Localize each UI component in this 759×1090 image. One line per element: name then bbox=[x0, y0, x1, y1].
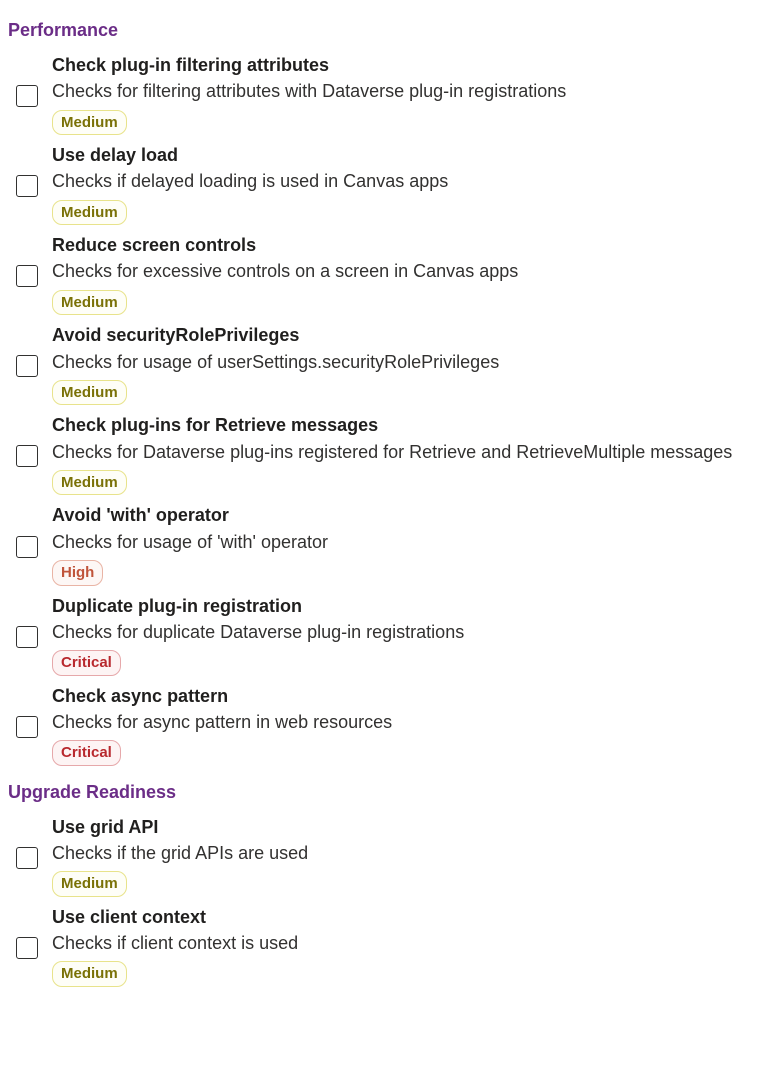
rule-title: Duplicate plug-in registration bbox=[52, 594, 751, 618]
rule-description: Checks for filtering attributes with Dat… bbox=[52, 79, 751, 103]
rule-body: Use grid APIChecks if the grid APIs are … bbox=[52, 815, 751, 901]
severity-badge: Medium bbox=[52, 290, 127, 316]
rule-checkbox[interactable] bbox=[16, 265, 38, 287]
severity-badge: Critical bbox=[52, 650, 121, 676]
rule-item: Avoid securityRolePrivileges Checks for u… bbox=[8, 323, 751, 409]
rule-body: Check plug-ins for Retrieve messages Chec… bbox=[52, 413, 751, 499]
rule-body: Use delay loadChecks if delayed loading … bbox=[52, 143, 751, 229]
severity-badge: Medium bbox=[52, 871, 127, 897]
rule-item: Duplicate plug-in registrationChecks for… bbox=[8, 594, 751, 680]
rule-item: Use grid APIChecks if the grid APIs are … bbox=[8, 815, 751, 901]
rule-title: Use delay load bbox=[52, 143, 751, 167]
section-title: Upgrade Readiness bbox=[8, 782, 751, 803]
rule-body: Avoid 'with' operator Checks for usage of… bbox=[52, 503, 751, 589]
rule-item: Use delay loadChecks if delayed loading … bbox=[8, 143, 751, 229]
rule-body: Duplicate plug-in registrationChecks for… bbox=[52, 594, 751, 680]
rule-item: Check plug-in filtering attributesChecks… bbox=[8, 53, 751, 139]
severity-badge: Medium bbox=[52, 470, 127, 496]
rule-title: Avoid securityRolePrivileges bbox=[52, 323, 751, 347]
rule-body: Check async patternChecks for async patt… bbox=[52, 684, 751, 770]
severity-badge: Medium bbox=[52, 961, 127, 987]
rule-title: Reduce screen controls bbox=[52, 233, 751, 257]
severity-badge: Medium bbox=[52, 200, 127, 226]
rule-description: Checks for usage of userSettings.securit… bbox=[52, 350, 751, 374]
rule-item: Check plug-ins for Retrieve messages Chec… bbox=[8, 413, 751, 499]
rule-description: Checks for Dataverse plug-ins registered… bbox=[52, 440, 751, 464]
rule-description: Checks for async pattern in web resource… bbox=[52, 710, 751, 734]
rule-title: Check async pattern bbox=[52, 684, 751, 708]
rule-checkbox[interactable] bbox=[16, 445, 38, 467]
severity-badge: Critical bbox=[52, 740, 121, 766]
rule-description: Checks for duplicate Dataverse plug-in r… bbox=[52, 620, 751, 644]
rule-title: Use grid API bbox=[52, 815, 751, 839]
rule-title: Use client context bbox=[52, 905, 751, 929]
severity-badge: Medium bbox=[52, 380, 127, 406]
rule-checkbox[interactable] bbox=[16, 536, 38, 558]
rule-checkbox[interactable] bbox=[16, 626, 38, 648]
rule-checkbox[interactable] bbox=[16, 937, 38, 959]
rule-item: Avoid 'with' operator Checks for usage of… bbox=[8, 503, 751, 589]
section-title: Performance bbox=[8, 20, 751, 41]
severity-badge: High bbox=[52, 560, 103, 586]
rule-description: Checks if client context is used bbox=[52, 931, 751, 955]
rule-title: Avoid 'with' operator bbox=[52, 503, 751, 527]
rule-body: Avoid securityRolePrivileges Checks for u… bbox=[52, 323, 751, 409]
rule-checkbox[interactable] bbox=[16, 716, 38, 738]
rule-checkbox[interactable] bbox=[16, 175, 38, 197]
rule-description: Checks for usage of 'with' operator bbox=[52, 530, 751, 554]
rule-description: Checks if the grid APIs are used bbox=[52, 841, 751, 865]
rule-item: Check async patternChecks for async patt… bbox=[8, 684, 751, 770]
rule-checkbox[interactable] bbox=[16, 847, 38, 869]
rule-body: Reduce screen controlsChecks for excessi… bbox=[52, 233, 751, 319]
rule-item: Use client contextChecks if client conte… bbox=[8, 905, 751, 991]
rule-description: Checks for excessive controls on a scree… bbox=[52, 259, 751, 283]
rule-body: Check plug-in filtering attributesChecks… bbox=[52, 53, 751, 139]
rule-checkbox[interactable] bbox=[16, 355, 38, 377]
severity-badge: Medium bbox=[52, 110, 127, 136]
rule-description: Checks if delayed loading is used in Can… bbox=[52, 169, 751, 193]
rule-title: Check plug-in filtering attributes bbox=[52, 53, 751, 77]
rule-item: Reduce screen controlsChecks for excessi… bbox=[8, 233, 751, 319]
rule-body: Use client contextChecks if client conte… bbox=[52, 905, 751, 991]
rule-checkbox[interactable] bbox=[16, 85, 38, 107]
rule-title: Check plug-ins for Retrieve messages bbox=[52, 413, 751, 437]
